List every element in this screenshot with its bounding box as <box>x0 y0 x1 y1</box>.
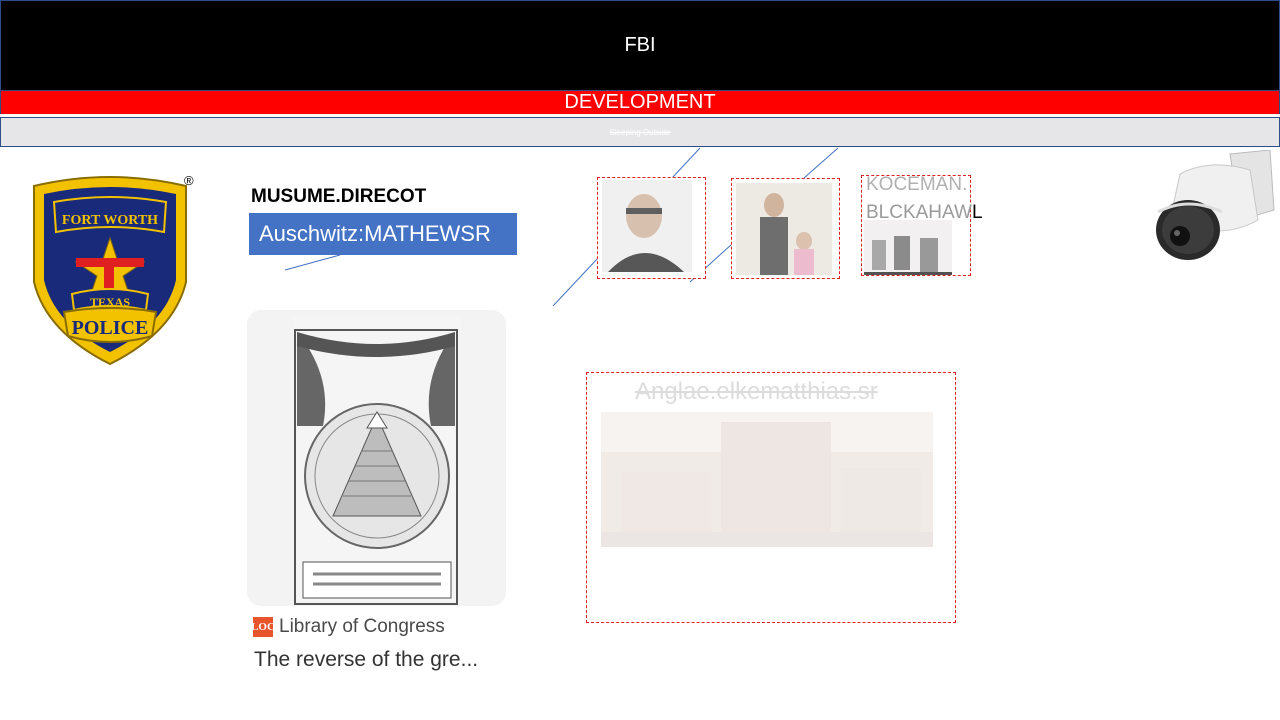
card-source[interactable]: LOC Library of Congress <box>251 616 445 638</box>
connector-line <box>284 254 341 271</box>
blckahawl-label: BLCKAHAWL <box>866 199 983 227</box>
search-result-card[interactable] <box>247 310 506 606</box>
banner-text: DEVELOPMENT <box>564 91 716 113</box>
connector-line <box>552 257 599 307</box>
name-tag: Auschwitz:MATHEWSR <box>249 213 517 255</box>
building-photo <box>601 412 933 547</box>
blckahawl-end: L <box>971 202 983 223</box>
security-camera-icon <box>1156 150 1275 260</box>
badge-line-1: FORT WORTH <box>62 213 158 228</box>
engraving-image <box>293 316 461 606</box>
badge-line-2: TEXAS <box>90 295 130 309</box>
connector-line <box>671 147 701 179</box>
group-photo <box>864 220 952 275</box>
police-badge-icon: FORT WORTH TEXAS POLICE ® <box>33 173 194 366</box>
photo-frame[interactable] <box>597 177 706 279</box>
family-photo <box>736 183 832 275</box>
badge-line-3: POLICE <box>72 317 149 339</box>
header-title: FBI <box>624 34 656 56</box>
card-source-label: Library of Congress <box>279 616 445 637</box>
location-label: Anglae.elkematthias.sr <box>635 378 878 405</box>
loc-logo-icon: LOC <box>251 617 275 637</box>
blckahawl-start: BLCKAHAW <box>866 202 972 223</box>
header-bar: FBI <box>0 0 1280 91</box>
koceman-label: KOCEMAN. <box>866 174 968 195</box>
subtitle-text: Sleeping Outside <box>609 127 671 137</box>
banner-bar: DEVELOPMENT <box>0 91 1280 114</box>
portrait-photo <box>602 180 692 272</box>
card-title[interactable]: The reverse of the gre... <box>254 648 478 672</box>
registered-mark: ® <box>184 173 194 188</box>
subtitle-bar: Sleeping Outside <box>0 117 1280 147</box>
photo-frame[interactable] <box>731 178 840 279</box>
role-label: MUSUME.DIRECOT <box>251 186 427 207</box>
connector-line <box>803 147 839 179</box>
